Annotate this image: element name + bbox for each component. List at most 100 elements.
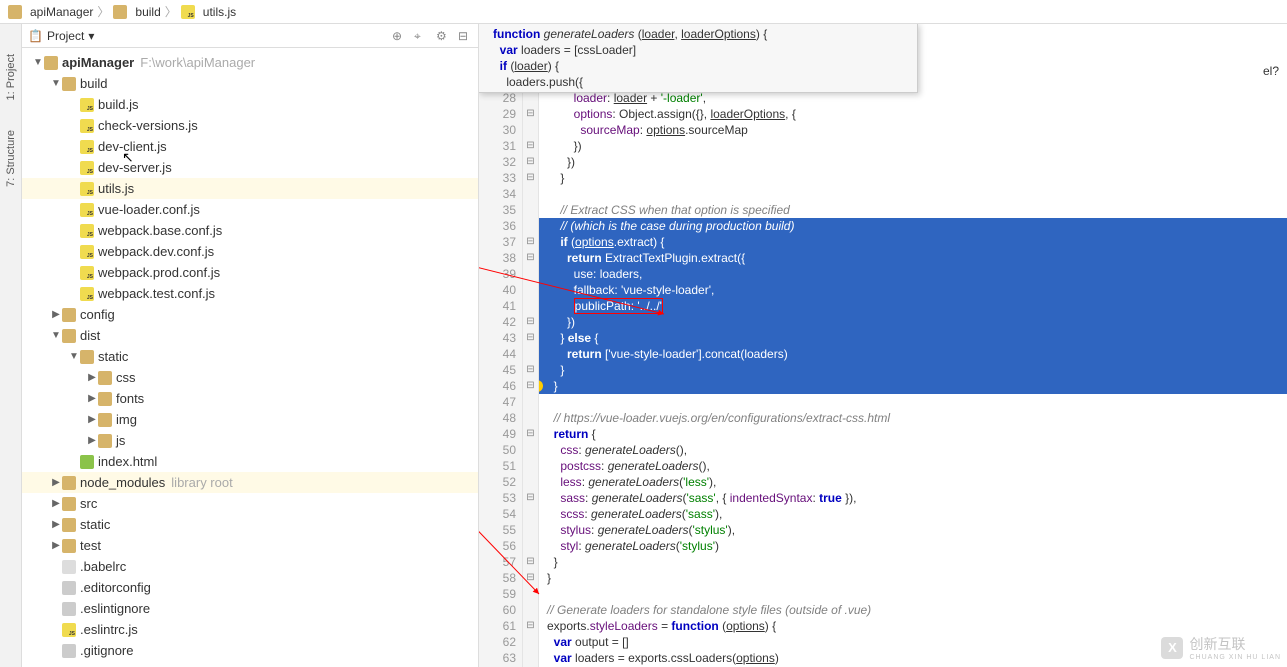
code-editor[interactable]: 2425262728293031323334353637383940414243…: [479, 24, 1287, 667]
crumb-folder[interactable]: build: [113, 5, 160, 19]
code-line: }: [539, 362, 1287, 378]
tree-folder[interactable]: ▶config: [22, 304, 478, 325]
tree-file[interactable]: .babelrc: [22, 556, 478, 577]
project-tree[interactable]: ▼apiManagerF:\work\apiManager ▼build bui…: [22, 48, 478, 667]
tree-folder-build[interactable]: ▼build: [22, 73, 478, 94]
file-icon: [62, 602, 76, 616]
code-line: sass: generateLoaders('sass', { indented…: [539, 490, 1287, 506]
html-icon: [80, 455, 94, 469]
tree-folder-node-modules[interactable]: ▶node_moduleslibrary root: [22, 472, 478, 493]
collapse-icon[interactable]: ⊕: [392, 29, 406, 43]
tree-folder[interactable]: ▶src: [22, 493, 478, 514]
tree-folder[interactable]: ▼static: [22, 346, 478, 367]
tree-file[interactable]: webpack.dev.conf.js: [22, 241, 478, 262]
code-line: exports.styleLoaders = function (options…: [539, 618, 1287, 634]
code-line: // Generate loaders for standalone style…: [539, 602, 1287, 618]
js-icon: [80, 287, 94, 301]
js-icon: [80, 182, 94, 196]
tree-file[interactable]: webpack.base.conf.js: [22, 220, 478, 241]
tree-file[interactable]: check-versions.js: [22, 115, 478, 136]
tree-file[interactable]: webpack.prod.conf.js: [22, 262, 478, 283]
code-line: options: Object.assign({}, loaderOptions…: [539, 106, 1287, 122]
js-icon: [80, 203, 94, 217]
tree-folder[interactable]: ▶js: [22, 430, 478, 451]
tree-file[interactable]: build.js: [22, 94, 478, 115]
code-line: fallback: 'vue-style-loader',: [539, 282, 1287, 298]
tree-file[interactable]: .gitignore: [22, 640, 478, 661]
hint-text: el?: [1263, 64, 1279, 78]
tree-file[interactable]: .eslintignore: [22, 598, 478, 619]
code-line: sourceMap: options.sourceMap: [539, 122, 1287, 138]
folder-icon: [62, 308, 76, 322]
code-area[interactable]: loader: loader + '-loader', options: Obj…: [539, 24, 1287, 667]
bulb-icon[interactable]: [539, 380, 543, 392]
tool-window-tabs: 1: Project 7: Structure: [0, 24, 22, 667]
chevron-right-icon: 〉: [165, 3, 177, 20]
gear-icon[interactable]: ⚙: [436, 29, 450, 43]
tree-folder[interactable]: ▶static: [22, 514, 478, 535]
code-line: return {: [539, 426, 1287, 442]
tree-file-utils[interactable]: utils.js: [22, 178, 478, 199]
js-icon: [80, 245, 94, 259]
folder-icon: [62, 539, 76, 553]
tab-structure[interactable]: 7: Structure: [5, 130, 17, 187]
json-icon: [62, 560, 76, 574]
tree-folder[interactable]: ▶img: [22, 409, 478, 430]
js-icon: [80, 161, 94, 175]
code-line: if (options.extract) {: [539, 234, 1287, 250]
tree-file[interactable]: dev-server.js: [22, 157, 478, 178]
quick-definition-popup: function generateLoaders (loader, loader…: [479, 24, 918, 93]
code-line: [539, 394, 1287, 410]
js-icon: [62, 623, 76, 637]
breadcrumb: apiManager 〉 build 〉 utils.js: [0, 0, 1287, 24]
line-gutter: 2425262728293031323334353637383940414243…: [479, 24, 523, 667]
js-icon: [181, 5, 195, 19]
crumb-folder[interactable]: apiManager: [8, 5, 93, 19]
code-line: use: loaders,: [539, 266, 1287, 282]
folder-icon: [98, 371, 112, 385]
folder-icon: [98, 392, 112, 406]
folder-icon: [62, 497, 76, 511]
code-line: styl: generateLoaders('stylus'): [539, 538, 1287, 554]
code-line: return ['vue-style-loader'].concat(loade…: [539, 346, 1287, 362]
tree-folder[interactable]: ▶test: [22, 535, 478, 556]
tree-file[interactable]: .editorconfig: [22, 577, 478, 598]
tree-root[interactable]: ▼apiManagerF:\work\apiManager: [22, 52, 478, 73]
crumb-file[interactable]: utils.js: [181, 5, 236, 19]
folder-icon: [62, 77, 76, 91]
folder-icon: [8, 5, 22, 19]
tree-file[interactable]: dev-client.js: [22, 136, 478, 157]
code-line: stylus: generateLoaders('stylus'),: [539, 522, 1287, 538]
code-line: scss: generateLoaders('sass'),: [539, 506, 1287, 522]
code-line: }: [539, 378, 1287, 394]
panel-title[interactable]: 📋 Project ▾: [28, 29, 94, 43]
fold-gutter[interactable]: ⊟⊟⊟⊟⊟⊟⊟⊟⊟⊟⊟⊟⊟⊟⊟⊟⊟: [523, 24, 539, 667]
tree-file[interactable]: .eslintrc.js: [22, 619, 478, 640]
code-line: postcss: generateLoaders(),: [539, 458, 1287, 474]
code-line: return ExtractTextPlugin.extract({: [539, 250, 1287, 266]
js-icon: [80, 98, 94, 112]
target-icon[interactable]: ⌖: [414, 29, 428, 43]
tree-folder[interactable]: ▶css: [22, 367, 478, 388]
folder-icon: [62, 329, 76, 343]
tree-file[interactable]: vue-loader.conf.js: [22, 199, 478, 220]
tab-project[interactable]: 1: Project: [5, 54, 17, 100]
file-icon: [62, 581, 76, 595]
chevron-right-icon: 〉: [97, 3, 109, 20]
watermark: X 创新互联 CHUANG XIN HU LIAN: [1161, 634, 1281, 661]
code-line: css: generateLoaders(),: [539, 442, 1287, 458]
tree-file[interactable]: webpack.test.conf.js: [22, 283, 478, 304]
folder-icon: [98, 434, 112, 448]
tree-folder[interactable]: ▼dist: [22, 325, 478, 346]
code-line: // (which is the case during production …: [539, 218, 1287, 234]
code-line: [539, 586, 1287, 602]
code-line: }): [539, 154, 1287, 170]
tree-folder[interactable]: ▶fonts: [22, 388, 478, 409]
panel-toolbar: 📋 Project ▾ ⊕ ⌖ ⚙ ⊟: [22, 24, 478, 48]
code-line: // https://vue-loader.vuejs.org/en/confi…: [539, 410, 1287, 426]
folder-icon: [62, 518, 76, 532]
watermark-logo-icon: X: [1161, 637, 1183, 659]
tree-file[interactable]: index.html: [22, 451, 478, 472]
code-line: } else {: [539, 330, 1287, 346]
hide-icon[interactable]: ⊟: [458, 29, 472, 43]
